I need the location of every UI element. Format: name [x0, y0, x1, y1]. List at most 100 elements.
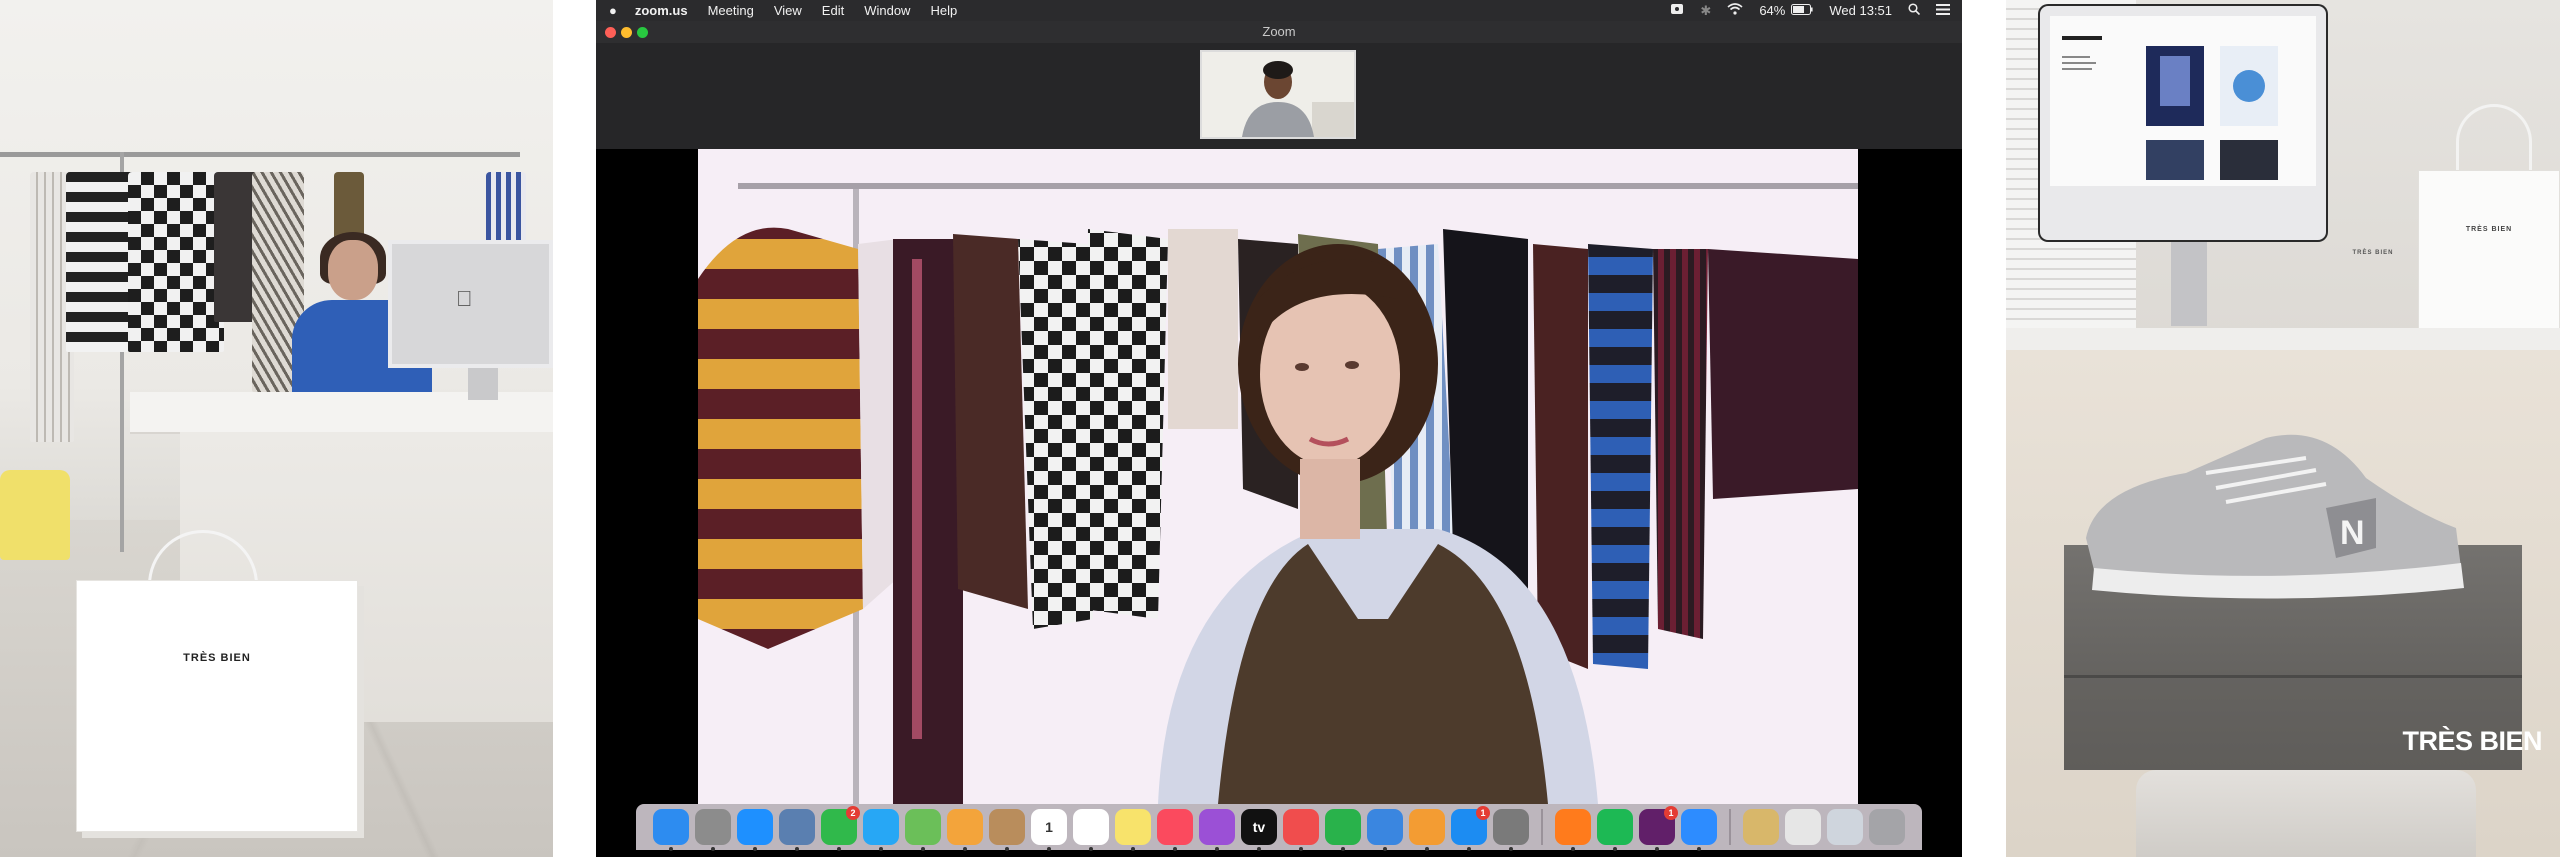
dock-separator [1729, 809, 1731, 845]
slack-icon[interactable]: 1 [1639, 806, 1678, 851]
dock-separator [1541, 809, 1543, 845]
pen-icon[interactable] [1409, 809, 1445, 851]
running-indicator [1047, 847, 1051, 851]
running-indicator [1257, 847, 1261, 851]
running-indicator [1467, 847, 1471, 851]
spotlight-search-icon[interactable] [1908, 3, 1921, 18]
garment-blue-stripe [486, 172, 526, 242]
contacts-book-icon[interactable] [989, 809, 1025, 851]
dock-icon-text: 1 [1045, 819, 1053, 835]
running-indicator [1425, 847, 1429, 851]
map-icon[interactable] [905, 809, 941, 851]
tres-bien-logo: TRÈS BIEN [2402, 726, 2542, 756]
menu-meeting[interactable]: Meeting [708, 3, 754, 18]
running-indicator [1299, 847, 1303, 851]
window-title: Zoom [1262, 24, 1296, 39]
shelf-box-label: TRÈS BIEN [2352, 250, 2394, 256]
apple-menu-icon[interactable]: ● [609, 3, 617, 18]
bluetooth-icon[interactable]: ✱ [1700, 3, 1711, 19]
staff-face [328, 240, 378, 300]
right-store-photo: TRÈS BIEN TRÈS BIEN N TRÈS BIEN [2006, 0, 2560, 857]
running-indicator [837, 847, 841, 851]
screen-record-icon[interactable] [1670, 3, 1684, 18]
screenshot-stack-icon[interactable] [1827, 809, 1863, 845]
running-indicator [1131, 847, 1135, 851]
shoe-logo: N [2340, 514, 2365, 552]
garment-diamond-sweater [128, 172, 224, 352]
apple-logo-icon:  [456, 286, 473, 312]
running-indicator [963, 847, 967, 851]
yellow-boots [0, 470, 70, 560]
running-indicator [1613, 847, 1617, 851]
zoom-title-bar: Zoom [596, 21, 1962, 43]
running-indicator [711, 847, 715, 851]
minimize-window-button[interactable] [621, 27, 632, 38]
compass-icon[interactable] [737, 809, 773, 851]
finder-icon[interactable] [653, 809, 689, 851]
running-indicator [1571, 847, 1575, 851]
zoom-meeting-window: Zoom [596, 21, 1962, 804]
running-indicator [1341, 847, 1345, 851]
notification-center-icon[interactable] [1936, 3, 1950, 18]
imac-stand [468, 368, 498, 400]
running-indicator [669, 847, 673, 851]
menu-help[interactable]: Help [930, 3, 957, 18]
zoom-window-button[interactable] [637, 27, 648, 38]
running-indicator [1383, 847, 1387, 851]
wifi-icon[interactable] [1727, 3, 1743, 18]
dock-icon-text: tv [1252, 819, 1266, 835]
podcast-icon[interactable] [1199, 809, 1235, 851]
zoom-screenshot: ● zoom.us Meeting View Edit Window Help … [596, 0, 1962, 857]
close-window-button[interactable] [605, 27, 616, 38]
participant-video-frame [1202, 52, 1354, 137]
shopping-bag-label: TRÈS BIEN [183, 652, 251, 664]
app-store-icon[interactable]: 1 [1451, 806, 1490, 851]
self-view-thumbnail[interactable] [1200, 50, 1356, 139]
stool [2136, 770, 2476, 857]
news-icon[interactable] [1283, 809, 1319, 851]
firefox-icon[interactable] [1555, 809, 1591, 851]
notes-icon[interactable] [1115, 809, 1151, 851]
trash-icon[interactable] [1869, 809, 1905, 845]
running-indicator [1509, 847, 1513, 851]
running-indicator [879, 847, 883, 851]
battery-percent: 64% [1759, 3, 1786, 18]
left-store-photo:  TRÈS BIEN [0, 0, 553, 857]
podium-icon[interactable] [1367, 809, 1403, 851]
shopping-bag [2418, 170, 2560, 330]
notification-badge: 1 [1476, 806, 1490, 820]
running-indicator [1655, 847, 1659, 851]
macos-menu-bar: ● zoom.us Meeting View Edit Window Help … [596, 0, 1962, 21]
menu-clock[interactable]: Wed 13:51 [1829, 3, 1892, 18]
menu-app-name[interactable]: zoom.us [635, 3, 688, 18]
imac-display-webshop [2050, 16, 2316, 186]
running-indicator [753, 847, 757, 851]
bar-chart-icon[interactable] [1325, 809, 1361, 851]
photos-flower-icon[interactable] [947, 809, 983, 851]
music-note-icon[interactable] [1157, 809, 1193, 851]
clothing-rail [0, 152, 520, 157]
wall-shelf [2006, 328, 2560, 352]
video-camera-icon[interactable]: 2 [821, 806, 860, 851]
shopping-bag [76, 580, 358, 832]
stack-icon[interactable] [1743, 809, 1779, 845]
battery-icon[interactable] [1791, 3, 1813, 18]
calendar-icon[interactable]: 1 [1031, 809, 1067, 851]
shopping-bag-label: TRÈS BIEN [2465, 226, 2513, 233]
gear-icon[interactable] [1493, 809, 1529, 851]
document-stack-icon[interactable] [1785, 809, 1821, 845]
active-speaker-area[interactable] [596, 149, 1962, 804]
apple-tv-icon[interactable]: tv [1241, 809, 1277, 851]
imac-stand [2171, 242, 2207, 326]
rocket-icon[interactable] [695, 809, 731, 851]
chat-bubble-icon[interactable] [863, 809, 899, 851]
macos-dock: 2 1 tv 1 1 [636, 804, 1922, 851]
preview-icon[interactable] [779, 809, 815, 851]
zoom-camera-icon[interactable] [1681, 809, 1717, 851]
spotify-icon[interactable] [1597, 809, 1633, 851]
notification-badge: 1 [1664, 806, 1678, 820]
menu-view[interactable]: View [774, 3, 802, 18]
list-icon[interactable] [1073, 809, 1109, 851]
menu-window[interactable]: Window [864, 3, 910, 18]
menu-edit[interactable]: Edit [822, 3, 844, 18]
